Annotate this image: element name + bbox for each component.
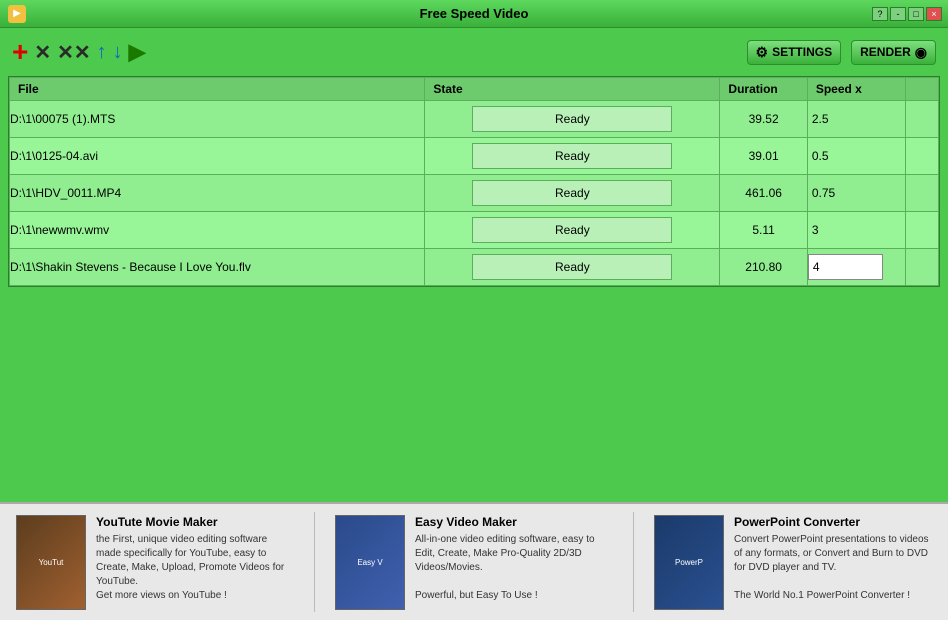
promo-thumbnail: Easy V bbox=[335, 515, 405, 610]
delete-all-button[interactable]: ✕✕ bbox=[57, 40, 91, 65]
cell-duration: 461.06 bbox=[720, 175, 807, 212]
col-header-duration: Duration bbox=[720, 78, 807, 101]
promo-item[interactable]: YouTut YouTute Movie Maker the First, uniq… bbox=[16, 515, 294, 610]
table-row: D:\1\HDV_0011.MP4 Ready 461.060.75 bbox=[10, 175, 939, 212]
promo-title: Easy Video Maker bbox=[415, 515, 613, 529]
cell-file: D:\1\newwmv.wmv bbox=[10, 212, 425, 249]
cell-state: Ready bbox=[425, 101, 720, 138]
col-header-speed: Speed x bbox=[807, 78, 905, 101]
move-down-button[interactable]: ↓ bbox=[113, 41, 123, 64]
render-icon: ◉ bbox=[915, 44, 927, 61]
table-header-row: File State Duration Speed x bbox=[10, 78, 939, 101]
render-button[interactable]: RENDER ◉ bbox=[851, 40, 936, 65]
close-button[interactable]: × bbox=[926, 7, 942, 21]
maximize-button[interactable]: □ bbox=[908, 7, 924, 21]
speed-input[interactable] bbox=[808, 254, 883, 280]
table-row: D:\1\00075 (1).MTS Ready 39.522.5 bbox=[10, 101, 939, 138]
help-button[interactable]: ? bbox=[872, 7, 888, 21]
cell-duration: 39.52 bbox=[720, 101, 807, 138]
cell-file: D:\1\HDV_0011.MP4 bbox=[10, 175, 425, 212]
state-badge: Ready bbox=[472, 217, 672, 243]
file-list-area: File State Duration Speed x D:\1\00075 (… bbox=[8, 76, 940, 287]
cell-state: Ready bbox=[425, 138, 720, 175]
table-body: D:\1\00075 (1).MTS Ready 39.522.5 D:\1\0125… bbox=[10, 101, 939, 286]
speed-value: 0.75 bbox=[808, 186, 839, 200]
promo-thumbnail: YouTut bbox=[16, 515, 86, 610]
cell-speed: 2.5 bbox=[807, 101, 905, 138]
promo-title: PowerPoint Converter bbox=[734, 515, 932, 529]
minimize-button[interactable]: - bbox=[890, 7, 906, 21]
cell-state: Ready bbox=[425, 212, 720, 249]
cell-file: D:\1\0125-04.avi bbox=[10, 138, 425, 175]
play-button[interactable]: ▶ bbox=[129, 39, 146, 65]
cell-duration: 210.80 bbox=[720, 249, 807, 286]
promo-divider bbox=[314, 512, 315, 612]
cell-speed: 0.75 bbox=[807, 175, 905, 212]
cell-speed: 3 bbox=[807, 212, 905, 249]
cell-duration: 5.11 bbox=[720, 212, 807, 249]
toolbar: + ✕ ✕✕ ↑ ↓ ▶ ⚙ SETTINGS RENDER ◉ bbox=[0, 28, 948, 76]
speed-value: 0.5 bbox=[808, 149, 833, 163]
speed-value: 3 bbox=[808, 223, 823, 237]
col-header-file: File bbox=[10, 78, 425, 101]
settings-button[interactable]: ⚙ SETTINGS bbox=[747, 40, 842, 65]
state-badge: Ready bbox=[472, 254, 672, 280]
right-toolbar: ⚙ SETTINGS RENDER ◉ bbox=[747, 40, 936, 65]
promo-text-block: YouTute Movie Maker the First, unique vid… bbox=[96, 515, 294, 603]
file-table: File State Duration Speed x D:\1\00075 (… bbox=[9, 77, 939, 286]
cell-extra bbox=[906, 175, 939, 212]
move-up-button[interactable]: ↑ bbox=[97, 41, 107, 64]
gear-icon: ⚙ bbox=[756, 44, 769, 61]
state-badge: Ready bbox=[472, 106, 672, 132]
settings-label: SETTINGS bbox=[772, 45, 832, 59]
cell-extra bbox=[906, 212, 939, 249]
cell-state: Ready bbox=[425, 249, 720, 286]
col-header-state: State bbox=[425, 78, 720, 101]
render-label: RENDER bbox=[860, 45, 911, 59]
state-badge: Ready bbox=[472, 180, 672, 206]
promo-text-block: PowerPoint Converter Convert PowerPoint p… bbox=[734, 515, 932, 603]
title-bar: ▶ Free Speed Video ? - □ × bbox=[0, 0, 948, 28]
add-button[interactable]: + bbox=[12, 36, 28, 68]
promo-area: YouTut YouTute Movie Maker the First, uniq… bbox=[0, 502, 948, 620]
table-row: D:\1\0125-04.avi Ready 39.010.5 bbox=[10, 138, 939, 175]
promo-divider bbox=[633, 512, 634, 612]
cell-state: Ready bbox=[425, 175, 720, 212]
window-controls[interactable]: ? - □ × bbox=[872, 7, 942, 21]
table-row: D:\1\Shakin Stevens - Because I Love You… bbox=[10, 249, 939, 286]
cell-speed: 0.5 bbox=[807, 138, 905, 175]
table-row: D:\1\newwmv.wmv Ready 5.113 bbox=[10, 212, 939, 249]
left-toolbar: + ✕ ✕✕ ↑ ↓ ▶ bbox=[12, 36, 146, 68]
cell-duration: 39.01 bbox=[720, 138, 807, 175]
app-icon: ▶ bbox=[8, 5, 26, 23]
cell-file: D:\1\00075 (1).MTS bbox=[10, 101, 425, 138]
speed-value: 2.5 bbox=[808, 112, 833, 126]
promo-item[interactable]: PowerP PowerPoint Converter Convert PowerP… bbox=[654, 515, 932, 610]
promo-thumbnail: PowerP bbox=[654, 515, 724, 610]
cell-file: D:\1\Shakin Stevens - Because I Love You… bbox=[10, 249, 425, 286]
promo-text-block: Easy Video Maker All-in-one video editing… bbox=[415, 515, 613, 603]
col-header-extra bbox=[906, 78, 939, 101]
promo-description: the First, unique video editing software… bbox=[96, 533, 294, 603]
promo-title: YouTute Movie Maker bbox=[96, 515, 294, 529]
delete-button[interactable]: ✕ bbox=[34, 40, 51, 65]
promo-description: Convert PowerPoint presentations to vide… bbox=[734, 533, 932, 603]
cell-extra bbox=[906, 138, 939, 175]
cell-extra bbox=[906, 249, 939, 286]
cell-extra bbox=[906, 101, 939, 138]
promo-description: All-in-one video editing software, easy … bbox=[415, 533, 613, 603]
window-title: Free Speed Video bbox=[420, 6, 529, 21]
promo-item[interactable]: Easy V Easy Video Maker All-in-one video e… bbox=[335, 515, 613, 610]
state-badge: Ready bbox=[472, 143, 672, 169]
cell-speed bbox=[807, 249, 905, 286]
